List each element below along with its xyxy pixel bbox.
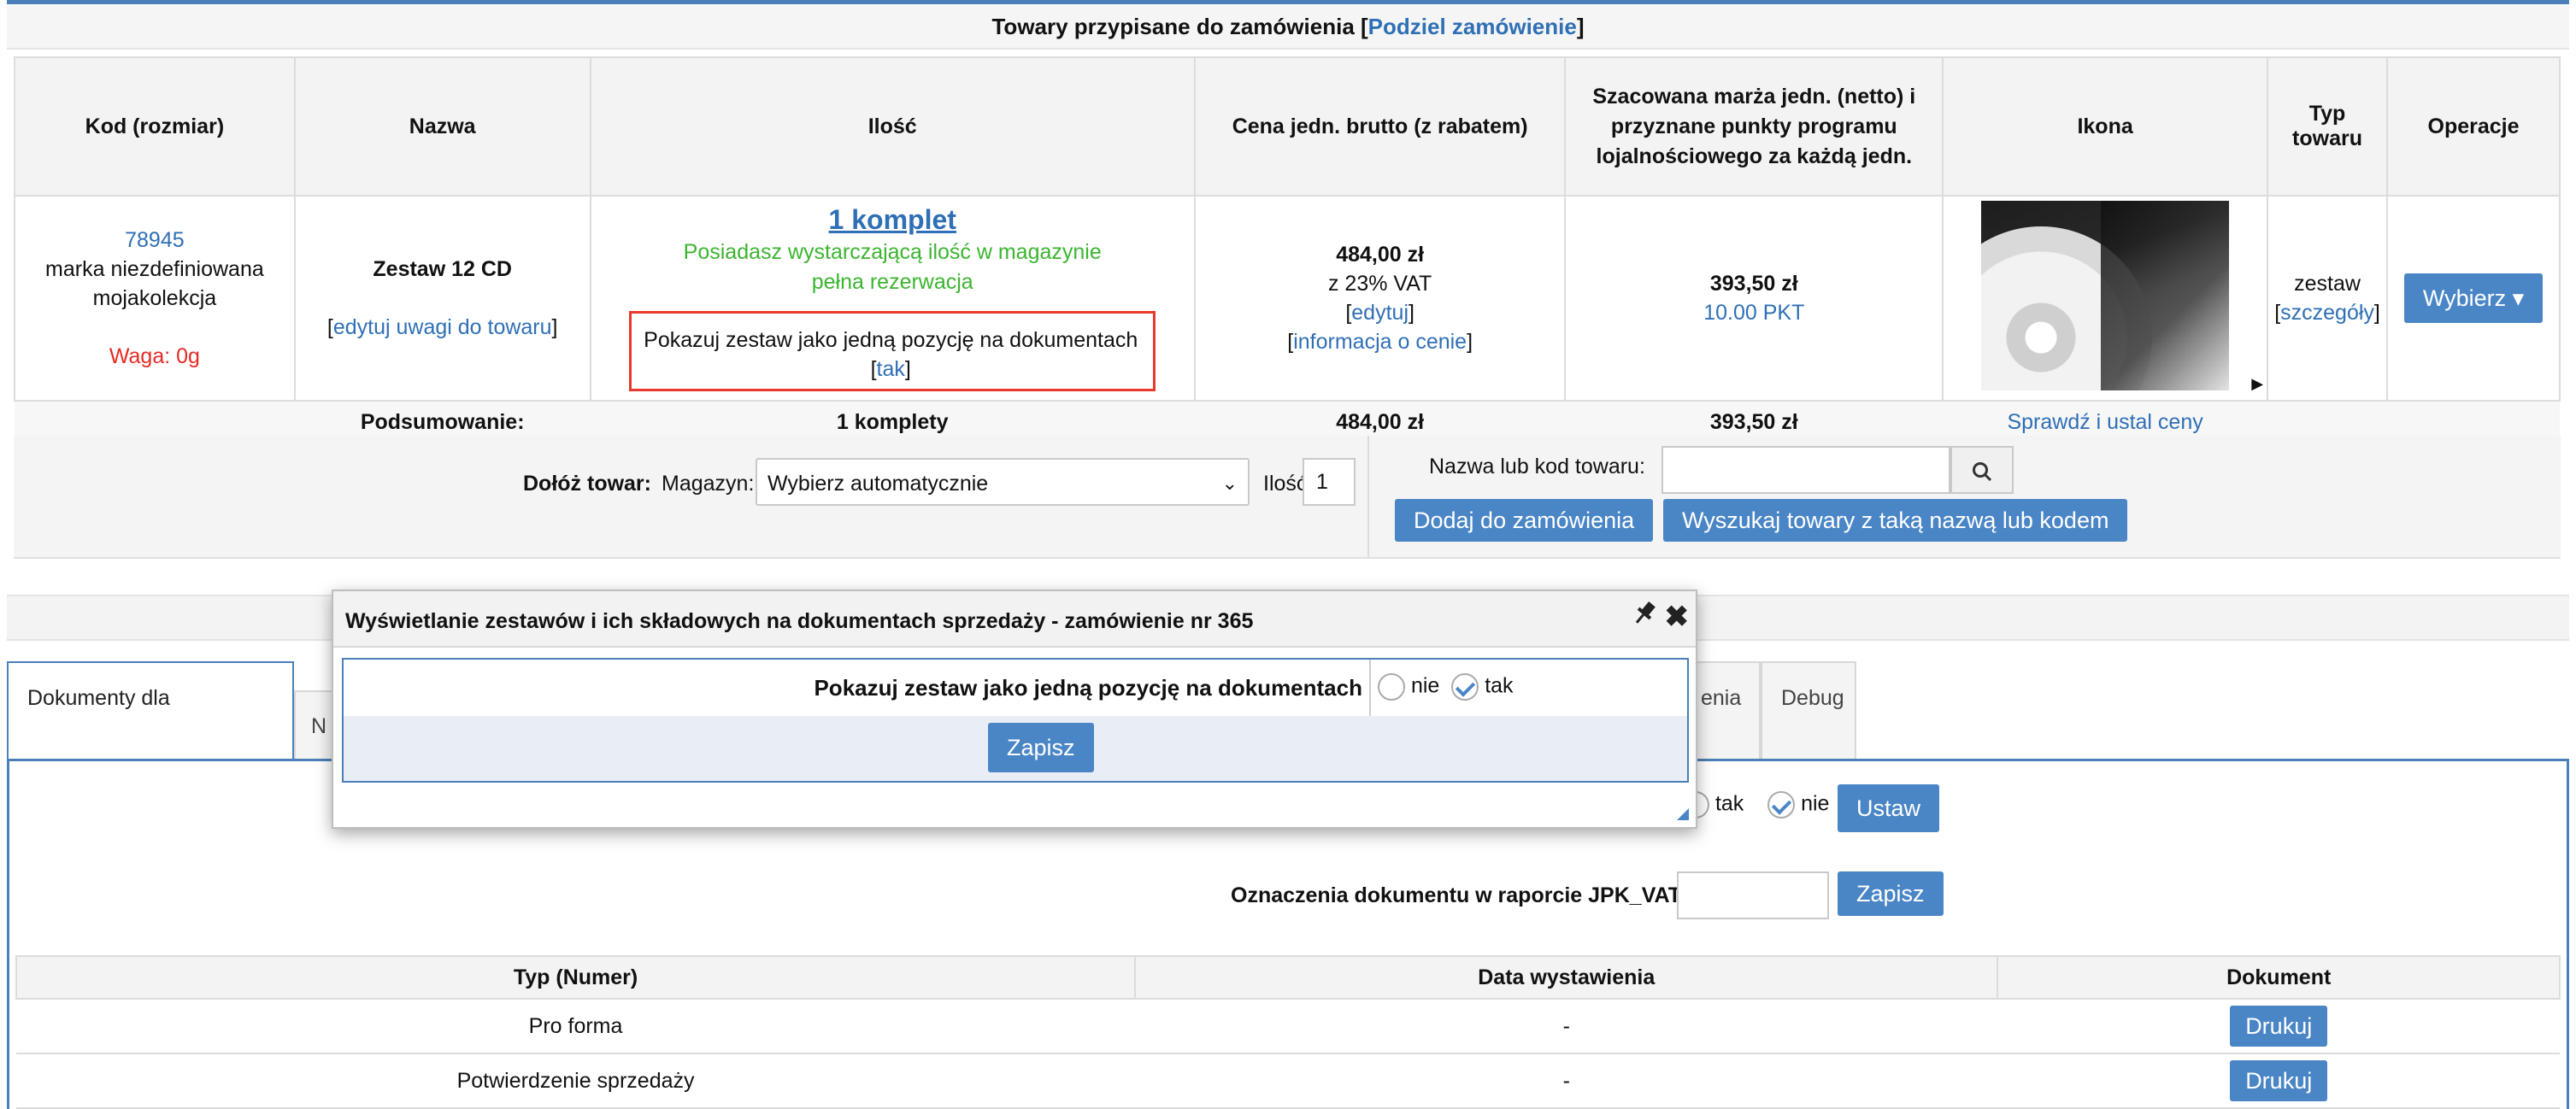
- section-title: Towary przypisane do zamówienia [Podziel…: [7, 5, 2569, 50]
- col-margin: Szacowana marża jedn. (netto) i przyznan…: [1564, 56, 1944, 197]
- warehouse-label: Magazyn:: [662, 472, 755, 496]
- unit-price: 484,00 zł: [1336, 243, 1425, 267]
- option-yes-label: tak: [1485, 673, 1514, 698]
- col-ops: Operacje: [2386, 56, 2561, 197]
- dialog-save-button[interactable]: Zapisz: [988, 723, 1094, 772]
- col-qty: Ilość: [589, 56, 1196, 197]
- col-type: Typ towaru: [2267, 56, 2389, 197]
- product-image[interactable]: [1981, 200, 2230, 390]
- set-display-dialog: Wyświetlanie zestawów i ich składowych n…: [332, 590, 1697, 829]
- image-arrow-icon: ▶: [2251, 375, 2264, 392]
- documents-table: Typ (Numer) Data wystawienia Dokument Pr…: [15, 955, 2561, 1109]
- dialog-options: nie tak: [1378, 673, 1514, 701]
- col-icon: Ikona: [1942, 56, 2269, 197]
- print-button[interactable]: Drukuj: [2230, 1006, 2328, 1047]
- product-code-link[interactable]: 78945: [125, 228, 185, 252]
- stock-message: Posiadasz wystarczającą ilość w magazyni…: [683, 240, 1102, 264]
- vat-text: z 23% VAT: [1327, 272, 1432, 296]
- col-code: Kod (rozmiar): [14, 56, 296, 197]
- dialog-question: Pokazuj zestaw jako jedną pozycję na dok…: [344, 660, 1371, 716]
- section-title-text: Towary przypisane do zamówienia [: [991, 14, 1368, 39]
- search-input[interactable]: [1661, 446, 1950, 494]
- order-products-table: Kod (rozmiar) Nazwa Ilość Cena jedn. bru…: [14, 56, 2561, 444]
- edit-notes-link[interactable]: edytuj uwagi do towaru: [333, 315, 552, 339]
- chevron-down-icon: ⌄: [1221, 472, 1238, 494]
- loyalty-points: 10.00 PKT: [1703, 301, 1805, 325]
- col-name: Nazwa: [293, 56, 591, 197]
- close-icon[interactable]: ✖: [1665, 600, 1690, 634]
- warehouse-select-value: Wybierz automatycznie: [768, 472, 989, 496]
- dialog-question-row: Pokazuj zestaw jako jedną pozycję na dok…: [344, 660, 1687, 718]
- choose-button[interactable]: Wybierz ▾: [2403, 273, 2544, 323]
- set-display-box: Pokazuj zestaw jako jedną pozycję na dok…: [629, 311, 1156, 391]
- col-doc-date: Data wystawienia: [1134, 955, 1999, 1000]
- collection-text: mojakolekcja: [92, 286, 217, 310]
- set-display-link[interactable]: tak: [877, 357, 905, 381]
- top-border: [7, 0, 2569, 4]
- split-order-link[interactable]: Podziel zamówienie: [1368, 14, 1577, 39]
- option-yes-radio[interactable]: [1451, 673, 1479, 701]
- jpk-label: Oznaczenia dokumentu w raporcie JPK_VAT: [1231, 883, 1681, 907]
- cd-case-shape: [2101, 200, 2230, 390]
- radio-no-label: nie: [1801, 791, 1830, 816]
- col-price: Cena jedn. brutto (z rabatem): [1193, 56, 1567, 197]
- doc-type: Potwierdzenie sprzedaży: [16, 1053, 1136, 1109]
- option-no-radio[interactable]: [1378, 673, 1405, 701]
- pin-icon[interactable]: [1632, 600, 1656, 637]
- radio-yes-label: tak: [1714, 791, 1744, 816]
- dialog-body: Pokazuj zestaw jako jedną pozycję na dok…: [342, 658, 1689, 783]
- qty-input[interactable]: 1: [1303, 458, 1356, 506]
- dialog-actions: Zapisz: [344, 716, 1687, 781]
- margin-value: 393,50 zł: [1709, 272, 1798, 296]
- option-no-label: nie: [1410, 673, 1440, 698]
- tab-enia[interactable]: enia: [1691, 661, 1761, 759]
- doc-date: -: [1135, 998, 1998, 1054]
- tab-debug[interactable]: Debug: [1761, 661, 1856, 759]
- weight-text: Waga: 0g: [109, 344, 200, 368]
- set-display-text: Pokazuj zestaw jako jedną pozycję na dok…: [644, 328, 1138, 352]
- details-link[interactable]: szczegóły: [2280, 301, 2374, 325]
- product-name: Zestaw 12 CD: [373, 257, 512, 281]
- jpk-input[interactable]: [1677, 871, 1829, 919]
- col-doc-document: Dokument: [1997, 955, 2561, 1000]
- brand-text: marka niezdefiniowana: [45, 257, 264, 281]
- warehouse-select[interactable]: Wybierz automatycznie ⌄: [756, 458, 1250, 506]
- reservation-status: pełna rezerwacja: [811, 270, 973, 294]
- search-label: Nazwa lub kod towaru:: [1429, 455, 1645, 478]
- add-product-label: Dołóż towar:: [523, 472, 651, 496]
- search-products-button[interactable]: Wyszukaj towary z taką nazwą lub kodem: [1663, 499, 2128, 542]
- section-title-end: ]: [1576, 14, 1585, 39]
- resize-handle-icon[interactable]: [1677, 808, 1689, 820]
- qty-link[interactable]: 1 komplet: [829, 204, 956, 235]
- doc-type: Pro forma: [16, 998, 1136, 1054]
- set-yes-no-group: tak nie: [1692, 791, 1829, 819]
- product-type: zestaw: [2294, 272, 2361, 296]
- check-prices-link[interactable]: Sprawdź i ustal ceny: [2007, 410, 2203, 434]
- table-row: Potwierdzenie sprzedaży - Drukuj: [16, 1053, 2560, 1109]
- tab-documents[interactable]: Dokumenty dla zamówienia: [7, 661, 294, 780]
- set-button[interactable]: Ustaw: [1838, 784, 1940, 832]
- radio-no[interactable]: [1767, 791, 1796, 819]
- search-icon[interactable]: [1950, 446, 2014, 494]
- col-doc-type: Typ (Numer): [15, 955, 1137, 1000]
- jpk-save-button[interactable]: Zapisz: [1838, 871, 1944, 916]
- dialog-title[interactable]: Wyświetlanie zestawów i ich składowych n…: [333, 591, 1696, 648]
- doc-date: -: [1135, 1053, 1998, 1109]
- table-row: 78945 marka niezdefiniowana mojakolekcja…: [14, 195, 2561, 402]
- add-to-order-button[interactable]: Dodaj do zamówienia: [1395, 499, 1654, 542]
- add-product-bar: Dołóż towar: Magazyn: Wybierz automatycz…: [14, 436, 2561, 559]
- price-info-link[interactable]: informacja o cenie: [1293, 330, 1467, 354]
- edit-price-link[interactable]: edytuj: [1351, 301, 1409, 325]
- add-bar-divider: [1367, 436, 1369, 557]
- print-button[interactable]: Drukuj: [2230, 1060, 2328, 1101]
- table-row: Pro forma - Drukuj: [16, 998, 2560, 1054]
